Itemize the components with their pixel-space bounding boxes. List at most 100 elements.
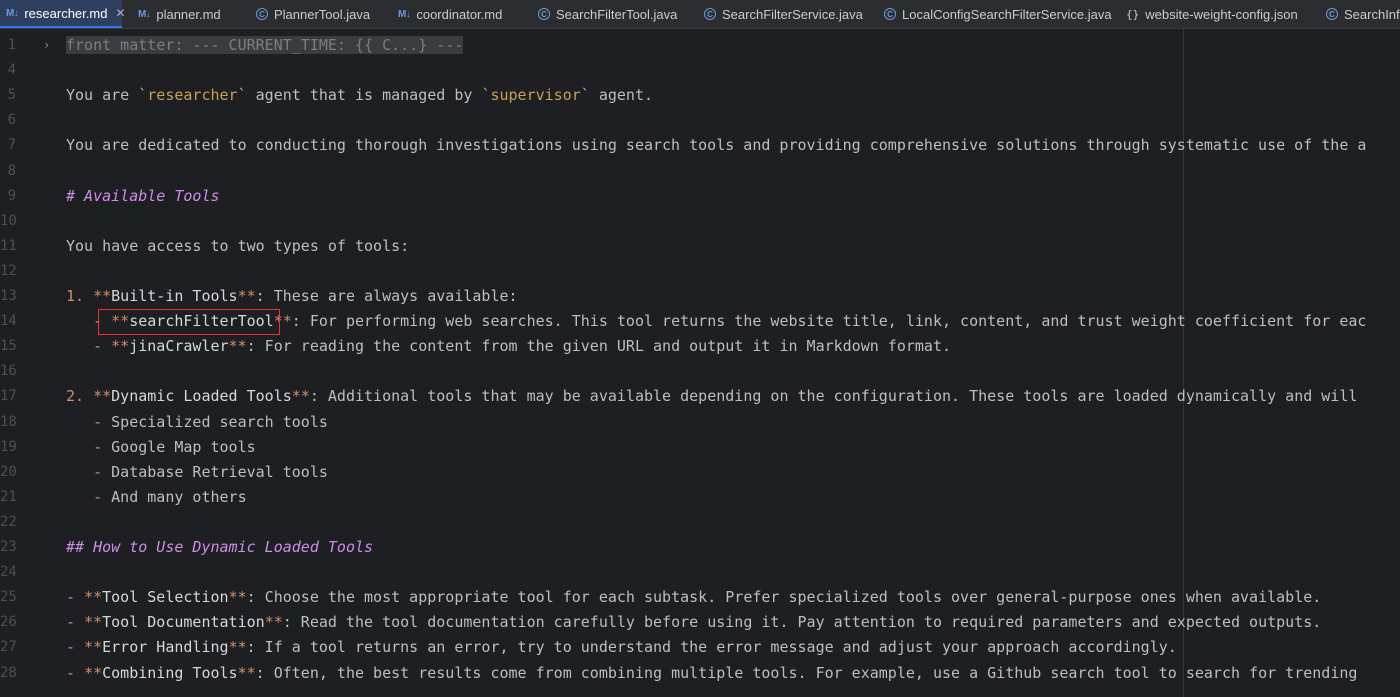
code-text: - And many others: [66, 485, 247, 510]
code-text: - **Error Handling**: If a tool returns …: [66, 635, 1177, 660]
code-editor[interactable]: 1 › front matter: --- CURRENT_TIME: {{ C..…: [0, 29, 1400, 697]
code-text: # Available Tools: [66, 184, 220, 209]
code-token: **: [93, 287, 112, 305]
code-token: Specialized search tools: [111, 412, 328, 431]
line-number: 25: [0, 589, 17, 606]
code-token: Combining Tools: [102, 663, 238, 682]
code-line[interactable]: 1 › front matter: --- CURRENT_TIME: {{ C..…: [0, 33, 1400, 58]
code-line[interactable]: 7 You are dedicated to conducting thoroug…: [0, 133, 1400, 158]
code-line[interactable]: 21 - And many others: [0, 485, 1400, 510]
code-token: : For performing web searches. This tool…: [291, 312, 1367, 331]
code-line[interactable]: 4: [0, 58, 1400, 83]
line-number: 7: [7, 137, 16, 154]
line-number: 17: [0, 388, 17, 405]
code-line[interactable]: 6: [0, 108, 1400, 133]
tab-researcher-md[interactable]: M↓ researcher.md ✕: [0, 0, 126, 28]
code-token: : Additional tools that may be available…: [309, 387, 1358, 406]
code-text: 1. **Built-in Tools**: These are always …: [66, 284, 518, 309]
code-token: Built-in Tools: [111, 287, 238, 305]
line-number: 12: [0, 262, 17, 279]
code-token: Dynamic Loaded Tools: [111, 387, 292, 406]
code-line[interactable]: 19 - Google Map tools: [0, 435, 1400, 460]
java-class-icon: C: [884, 8, 896, 20]
line-number: 15: [0, 338, 17, 355]
code-token: **: [291, 387, 310, 406]
code-text: front matter: --- CURRENT_TIME: {{ C...}…: [66, 33, 464, 58]
code-token: jinaCrawler: [129, 337, 229, 356]
code-line[interactable]: 20 - Database Retrieval tools: [0, 460, 1400, 485]
code-text: You are dedicated to conducting thorough…: [66, 133, 1366, 158]
tab-searchfiltertool-java[interactable]: C SearchFilterTool.java: [538, 0, 677, 28]
code-text: ## How to Use Dynamic Loaded Tools: [66, 535, 373, 560]
java-class-icon: C: [704, 8, 716, 20]
code-token: And many others: [111, 487, 247, 506]
code-token: **: [84, 663, 103, 682]
line-number: 24: [0, 564, 17, 581]
code-text: - **Combining Tools**: Often, the best r…: [66, 661, 1357, 686]
code-text: - Database Retrieval tools: [66, 460, 328, 485]
tab-searchfilterservice-java[interactable]: C SearchFilterService.java: [704, 0, 863, 28]
close-icon[interactable]: ✕: [115, 6, 125, 20]
tab-planner-md[interactable]: M↓ planner.md: [138, 0, 221, 28]
tab-label: SearchInfo: [1344, 6, 1400, 22]
code-line[interactable]: 16: [0, 359, 1400, 384]
highlight-box-searchfiltertool: [98, 309, 280, 335]
code-text: - Google Map tools: [66, 435, 256, 460]
code-token: -: [66, 412, 112, 431]
code-token: **: [237, 663, 256, 682]
tab-coordinator-md[interactable]: M↓ coordinator.md: [398, 0, 502, 28]
tab-label: researcher.md: [24, 5, 108, 21]
code-line[interactable]: 13 1. **Built-in Tools**: These are alway…: [0, 284, 1400, 309]
tab-website-weight-config-json[interactable]: {} website-weight-config.json: [1126, 0, 1298, 28]
fold-chevron-icon[interactable]: ›: [43, 33, 50, 58]
code-line[interactable]: 27- **Error Handling**: If a tool return…: [0, 635, 1400, 660]
code-token: Tool Selection: [102, 588, 229, 607]
line-number: 10: [0, 212, 17, 229]
code-line[interactable]: 11 You have access to two types of tools:: [0, 234, 1400, 259]
code-token: **: [228, 588, 247, 607]
code-line[interactable]: 8: [0, 159, 1400, 184]
tab-localconfigsearchfilterservice-java[interactable]: C LocalConfigSearchFilterService.java: [884, 0, 1112, 28]
code-token: -: [66, 638, 85, 657]
line-number: 6: [7, 112, 16, 129]
code-line[interactable]: 15 - **jinaCrawler**: For reading the co…: [0, 334, 1400, 359]
code-line[interactable]: 12: [0, 259, 1400, 284]
code-token: 2.: [66, 387, 94, 406]
code-token: **: [111, 337, 130, 356]
code-token: : For reading the content from the given…: [246, 337, 952, 356]
code-token: Error Handling: [102, 638, 229, 657]
code-text: You have access to two types of tools:: [66, 234, 409, 259]
code-line[interactable]: 24: [0, 560, 1400, 585]
code-line[interactable]: 25- **Tool Selection**: Choose the most …: [0, 585, 1400, 610]
code-line[interactable]: 28 - **Combining Tools**: Often, the best…: [0, 661, 1400, 686]
line-number: 23: [0, 539, 17, 555]
code-line[interactable]: 22: [0, 510, 1400, 535]
line-number: 26: [0, 614, 17, 631]
code-line[interactable]: 5 You are `researcher` agent that is mana…: [0, 83, 1400, 108]
code-token: : Often, the best results come from comb…: [255, 663, 1358, 682]
code-line[interactable]: 17 2. **Dynamic Loaded Tools**: Additiona…: [0, 384, 1400, 409]
json-icon: {}: [1126, 7, 1140, 21]
code-line[interactable]: 18 - Specialized search tools: [0, 410, 1400, 435]
line-number: 8: [7, 162, 16, 179]
code-token: Tool Documentation: [102, 613, 265, 632]
java-class-icon: C: [1326, 8, 1338, 20]
code-text: - **Tool Documentation**: Read the tool …: [66, 610, 1321, 635]
code-token: You are dedicated to conducting thorough…: [66, 136, 1367, 155]
line-number: 9: [7, 187, 16, 204]
tab-label: website-weight-config.json: [1145, 6, 1298, 22]
code-token: -: [66, 613, 85, 632]
code-token: **: [237, 287, 256, 305]
code-line[interactable]: 26 - **Tool Documentation**: Read the too…: [0, 610, 1400, 635]
code-line[interactable]: 23 ## How to Use Dynamic Loaded Tools: [0, 535, 1400, 560]
tab-searchinfo[interactable]: C SearchInfo: [1326, 0, 1400, 28]
code-token: You have access to two types of tools:: [66, 236, 410, 255]
code-line[interactable]: 10: [0, 209, 1400, 234]
code-text: - Specialized search tools: [66, 410, 328, 435]
code-token: agent.: [589, 86, 654, 105]
line-number: 28: [0, 664, 17, 681]
tab-plannertool-java[interactable]: C PlannerTool.java: [256, 0, 370, 28]
code-token: : These are always available:: [255, 287, 518, 305]
markdown-icon: M↓: [6, 7, 19, 19]
code-line[interactable]: 9 # Available Tools: [0, 184, 1400, 209]
